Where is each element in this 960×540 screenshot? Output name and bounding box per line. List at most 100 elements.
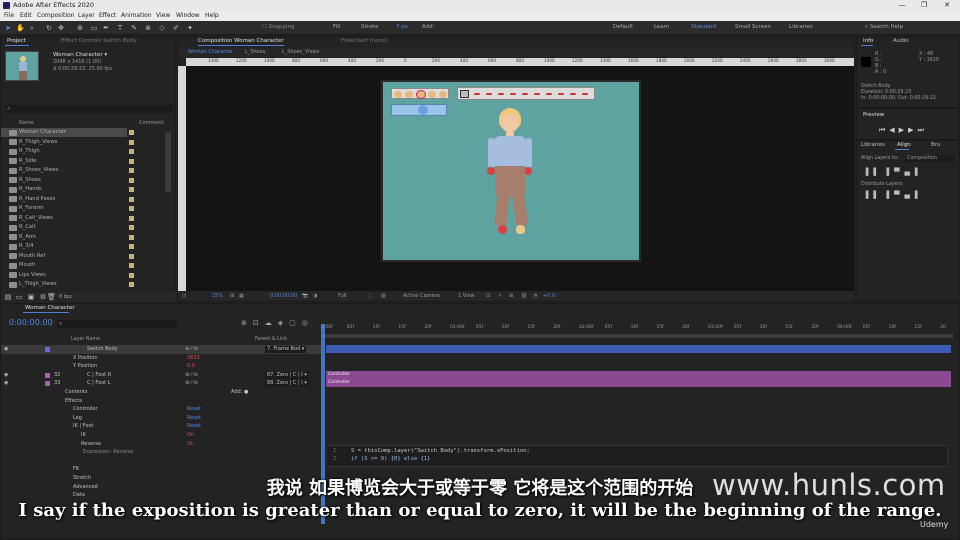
pen-tool-icon[interactable]: ✒ <box>102 24 110 32</box>
menu-help[interactable]: Help <box>205 12 219 20</box>
expression-line-2[interactable]: if (S >= 0) {0} else {1} <box>351 456 430 462</box>
mouth-switch-panel[interactable] <box>457 87 595 100</box>
left-hand-controller[interactable] <box>487 167 495 175</box>
label-color-swatch[interactable] <box>129 177 134 183</box>
region-of-interest-icon[interactable]: ⬚ <box>368 291 373 301</box>
flowchart-icon[interactable]: ⛓ <box>521 291 527 301</box>
timeline-row[interactable]: IK | Foot Reset <box>1 422 321 431</box>
label-color-swatch[interactable] <box>129 225 134 230</box>
fast-preview-icon[interactable]: ⚡ <box>498 291 502 301</box>
tab-libraries[interactable]: Libraries <box>861 141 885 150</box>
align-target-dropdown[interactable]: Composition <box>905 155 955 162</box>
right-hand-controller[interactable] <box>524 167 532 175</box>
safe-zones-icon[interactable]: ⊞ <box>230 291 234 301</box>
head-switch-panel[interactable] <box>391 88 449 99</box>
layer-bar-switch-body[interactable] <box>326 345 951 353</box>
workspace-default[interactable]: Default <box>613 24 633 30</box>
show-channel-icon[interactable]: ◑ <box>313 291 317 301</box>
zoom-tool-icon[interactable]: ⌕ <box>28 24 36 32</box>
roto-brush-tool-icon[interactable]: ✐ <box>172 24 180 32</box>
timeline-current-time[interactable]: 0:00:00:00 <box>9 318 53 327</box>
selection-tool-icon[interactable]: ➤ <box>4 24 12 32</box>
clone-stamp-tool-icon[interactable]: ⊗ <box>144 24 152 32</box>
project-item[interactable]: R_Thigh <box>1 147 165 156</box>
tab-flowchart[interactable]: Flowchart (none) <box>341 37 388 46</box>
label-color-swatch[interactable] <box>129 215 134 221</box>
label-color-swatch[interactable] <box>129 253 134 259</box>
menu-composition[interactable]: Composition <box>37 12 74 20</box>
expression-line-1[interactable]: S = thisComp.layer("Switch Body").transf… <box>351 448 530 454</box>
project-item[interactable]: R_Hands <box>1 185 165 194</box>
comp-name[interactable]: Woman Character ▾ <box>53 52 107 58</box>
project-item[interactable]: R_Shoes <box>1 176 165 185</box>
parent-dropdown[interactable]: 88. Zero | C | I ▾ <box>265 380 309 388</box>
label-color-swatch[interactable] <box>129 158 134 164</box>
col-parent-link[interactable]: Parent & Link <box>255 337 287 342</box>
project-item[interactable]: R_Calf <box>1 223 165 232</box>
search-help-field[interactable]: ⌕ Search Help <box>865 24 903 31</box>
layer-label-color[interactable] <box>45 381 50 387</box>
interpret-footage-icon[interactable]: ▤ <box>4 293 12 301</box>
layer-name[interactable]: IK | Foot <box>73 422 93 431</box>
layer-name[interactable]: C | Foot R <box>87 371 111 380</box>
property-value[interactable]: On <box>187 431 194 440</box>
label-color-swatch[interactable] <box>129 139 134 145</box>
property-value[interactable]: On <box>187 440 194 449</box>
workspace-standard[interactable]: Standard <box>691 24 716 30</box>
label-color-swatch[interactable] <box>129 187 134 192</box>
grid-icon[interactable]: ▦ <box>239 291 244 301</box>
visibility-eye-icon[interactable]: ◉ <box>4 345 8 354</box>
workspace-learn[interactable]: Learn <box>654 24 669 30</box>
comp-viewport[interactable] <box>186 66 854 291</box>
resolution-dropdown[interactable]: Full <box>338 291 347 301</box>
project-item[interactable]: R_3/4 <box>1 242 165 251</box>
snapping-checkbox[interactable]: ☐ Snapping <box>262 24 295 30</box>
snapshot-icon[interactable]: 📷 <box>302 291 308 301</box>
new-folder-icon[interactable]: ▭ <box>15 293 23 301</box>
timeline-row[interactable]: Reverse On <box>1 440 321 449</box>
layer-bar-foot-r[interactable]: Controller <box>326 371 951 379</box>
timeline-row[interactable]: Contents Add: ● <box>1 388 321 397</box>
align-buttons[interactable]: ▐▌▐▀▄▌ <box>863 168 925 176</box>
timeline-row[interactable]: ◉ 33 C | Foot L ⊕ ⁄ fx 88. Zero | C | I ▾ <box>1 379 321 388</box>
layer-name[interactable]: Controller <box>73 405 98 414</box>
work-area-bar[interactable] <box>321 334 953 338</box>
project-item[interactable]: R_Side <box>1 157 165 166</box>
parent-dropdown[interactable]: 7. Frame Bod ▾ <box>265 346 307 353</box>
zoom-dropdown[interactable]: 25% <box>212 291 223 301</box>
timeline-row[interactable]: Controller Reset <box>1 405 321 414</box>
current-time[interactable]: 0:00:00:00 <box>270 291 297 301</box>
col-layer-name[interactable]: Layer Name <box>71 337 100 342</box>
layer-label-color[interactable] <box>45 372 50 378</box>
rectangle-tool-icon[interactable]: ▭ <box>90 24 98 32</box>
reset-link[interactable]: Reset <box>187 414 201 423</box>
reset-link[interactable]: Reset <box>187 405 201 414</box>
label-color-swatch[interactable] <box>129 149 134 154</box>
label-color-swatch[interactable] <box>129 272 134 278</box>
new-comp-icon[interactable]: ▣ <box>27 293 35 301</box>
layer-name[interactable]: Expression: Reverse <box>83 448 134 457</box>
layer-name[interactable]: Leg <box>73 414 82 423</box>
project-item[interactable]: R_Arm <box>1 233 165 242</box>
label-color-swatch[interactable] <box>129 282 134 287</box>
rotate-tool-icon[interactable]: ↻ <box>45 24 53 32</box>
layer-name[interactable]: Switch Body <box>87 345 118 354</box>
layer-switches[interactable]: ⊕ ⁄ fx <box>185 371 198 380</box>
project-item[interactable]: Lips Views <box>1 271 165 280</box>
visibility-eye-icon[interactable]: ◉ <box>4 371 8 380</box>
layer-switches[interactable]: ⊕ ⁄ fx <box>185 345 198 354</box>
comp-canvas[interactable] <box>381 80 641 262</box>
layer-name[interactable]: Contents <box>65 388 88 397</box>
workspace-small-screen[interactable]: Small Screen <box>735 24 771 30</box>
tab-audio[interactable]: Audio <box>893 37 909 46</box>
puppet-tool-icon[interactable]: ✦ <box>186 24 194 32</box>
expression-editor[interactable]: 1 S = thisComp.layer("Switch Body").tran… <box>326 445 948 467</box>
timeline-row[interactable]: ◉ Switch Body ⊕ ⁄ fx 7. Frame Bod ▾ <box>1 345 321 354</box>
timeline-search-input[interactable]: ⌕ <box>57 320 177 328</box>
label-color-swatch[interactable] <box>129 263 134 268</box>
timeline-row[interactable] <box>1 457 321 466</box>
timeline-row[interactable]: IK On <box>1 431 321 440</box>
layer-name[interactable]: C | Foot L <box>87 379 111 388</box>
timeline-row[interactable]: Y Position 0.0 <box>1 362 321 371</box>
menu-layer[interactable]: Layer <box>78 12 95 20</box>
